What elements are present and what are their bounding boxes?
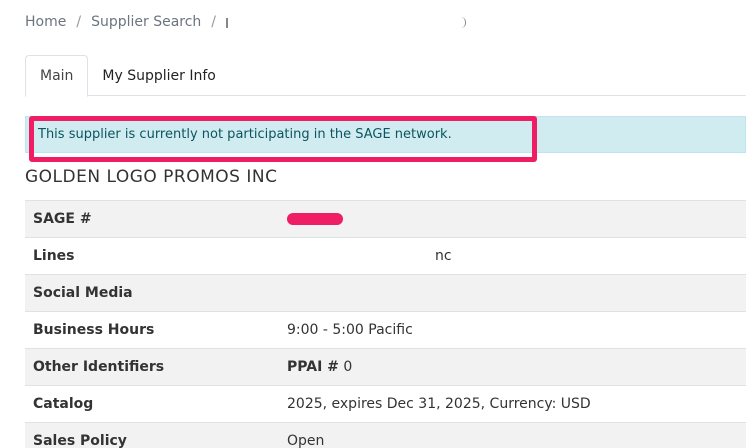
highlight-annotation [29,116,537,162]
tab-main[interactable]: Main [25,55,89,97]
row-value-sales-policy: Open [287,433,325,448]
breadcrumb-current-redacted [226,14,467,30]
row-label-lines: Lines [33,248,75,264]
ppai-label: PPAI # [287,359,339,375]
table-row: SAGE # [25,200,746,238]
redaction-blank [287,255,435,257]
table-row: Business Hours 9:00 - 5:00 Pacific [25,311,746,349]
breadcrumb-separator: / [76,14,82,30]
row-label-sales-policy: Sales Policy [33,433,127,448]
lines-value-text: nc [435,248,452,264]
table-row: Other Identifiers PPAI # 0 [25,348,746,386]
redaction-mark [287,213,343,225]
row-label-catalog: Catalog [33,396,94,412]
row-value-sage-number [279,201,746,238]
row-value-lines: nc [279,238,746,275]
breadcrumb-separator: / [211,14,217,30]
row-label-business-hours: Business Hours [33,322,155,338]
table-row: Social Media [25,274,746,312]
table-row: Sales Policy Open [25,422,746,448]
row-value-business-hours: 9:00 - 5:00 Pacific [287,322,413,338]
row-label-other-identifiers: Other Identifiers [33,359,165,375]
tab-my-supplier-info[interactable]: My Supplier Info [88,55,229,96]
tab-bar: Main My Supplier Info [25,55,746,97]
row-label-sage-number: SAGE # [33,211,92,227]
row-label-social-media: Social Media [33,285,133,301]
table-row: Lines nc [25,237,746,275]
supplier-info-table: SAGE # Lines nc Social Media Business Ho… [25,200,746,448]
ppai-value: 0 [343,359,353,375]
row-value-social-media [279,275,746,312]
table-row: Catalog 2025, expires Dec 31, 2025, Curr… [25,385,746,423]
row-value-catalog: 2025, expires Dec 31, 2025, Currency: US… [287,396,591,412]
breadcrumb: Home / Supplier Search / [25,14,467,30]
row-value-other-identifiers: PPAI # 0 [279,349,746,386]
supplier-name-text: GOLDEN LOGO PROMOS INC [25,167,278,187]
breadcrumb-supplier-search-link[interactable]: Supplier Search [91,14,201,30]
supplier-name: GOLDEN LOGO PROMOS INC [25,166,325,190]
breadcrumb-home-link[interactable]: Home [25,14,66,30]
